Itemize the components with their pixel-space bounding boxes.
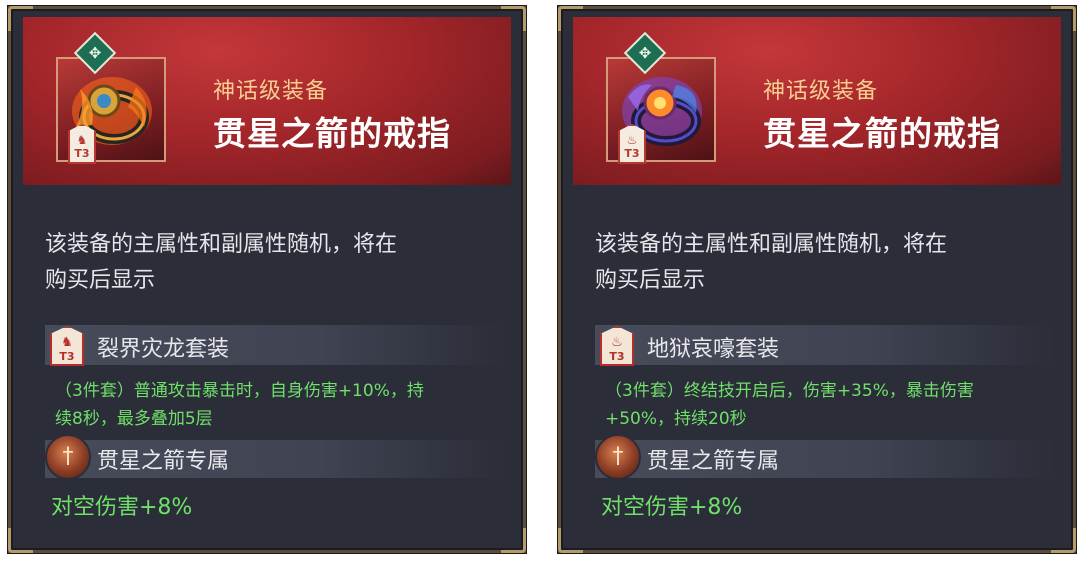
rarity-label: 神话级装备 [763,79,879,104]
set-emblem-icon: ♨ T3 [600,326,634,366]
set-emblem-icon: ♞ T3 [50,326,84,366]
character-emblem-icon: † [595,434,641,480]
sword-icon: † [62,444,74,469]
item-description: 该装备的主属性和副属性随机，将在 购买后显示 [45,227,505,299]
exclusive-effect: 对空伤害+8% [601,495,743,520]
set-name: 地狱哀嚎套装 [647,337,780,362]
description-line: 该装备的主属性和副属性随机，将在 [45,232,398,257]
description-line: 购买后显示 [595,268,706,293]
frame-corner [1051,528,1076,553]
sword-icon: † [612,444,624,469]
flame-emblem-icon: ♨ [626,133,638,147]
set-tier-label: T3 [609,350,625,363]
set-effect-line: （3件套）终结技开启后，伤害+35%，暴击伤害 [605,381,974,401]
jade-diamond-icon: ✥ [638,44,652,62]
jade-diamond-icon: ✥ [88,44,102,62]
dragon-emblem-icon: ♞ [61,335,73,350]
item-header: ✥ ♞ T3 神话级装备 贯星之箭的戒指 [23,17,511,185]
exclusive-name: 贯星之箭专属 [647,449,780,474]
frame-corner [501,528,526,553]
set-effect-line: 续8秒，最多叠加5层 [55,409,213,429]
set-effect: （3件套）终结技开启后，伤害+35%，暴击伤害 +50%，持续20秒 [605,377,1065,433]
set-tier-label: T3 [59,350,75,363]
description-line: 购买后显示 [45,268,156,293]
exclusive-name: 贯星之箭专属 [97,449,230,474]
item-title: 贯星之箭的戒指 [763,114,1001,153]
equipment-tooltip-card-1: ✥ ♞ T3 神话级装备 贯星之箭的戒指 该装备的主属性和副属性随机，将在 购买… [8,6,526,553]
frame-corner [558,528,583,553]
set-effect: （3件套）普通攻击暴击时，自身伤害+10%，持 续8秒，最多叠加5层 [55,377,515,433]
tier-badge: ♨ T3 [618,124,646,164]
exclusive-effect: 对空伤害+8% [51,495,193,520]
set-effect-line: （3件套）普通攻击暴击时，自身伤害+10%，持 [55,381,424,401]
flame-emblem-icon: ♨ [611,335,623,350]
equipment-tooltip-card-2: ✥ ♨ T3 神话级装备 贯星之箭的戒指 该装备的主属性和副属性随机，将在 购买… [558,6,1076,553]
dragon-emblem-icon: ♞ [76,133,88,147]
frame-corner [8,528,33,553]
tier-label: T3 [74,147,90,160]
item-header: ✥ ♨ T3 神话级装备 贯星之箭的戒指 [573,17,1061,185]
set-name: 裂界灾龙套装 [97,337,230,362]
description-line: 该装备的主属性和副属性随机，将在 [595,232,948,257]
rarity-label: 神话级装备 [213,79,329,104]
tier-label: T3 [624,147,640,160]
set-effect-line: +50%，持续20秒 [605,409,747,429]
tier-badge: ♞ T3 [68,124,96,164]
character-emblem-icon: † [45,434,91,480]
item-description: 该装备的主属性和副属性随机，将在 购买后显示 [595,227,1055,299]
item-title: 贯星之箭的戒指 [213,114,451,153]
